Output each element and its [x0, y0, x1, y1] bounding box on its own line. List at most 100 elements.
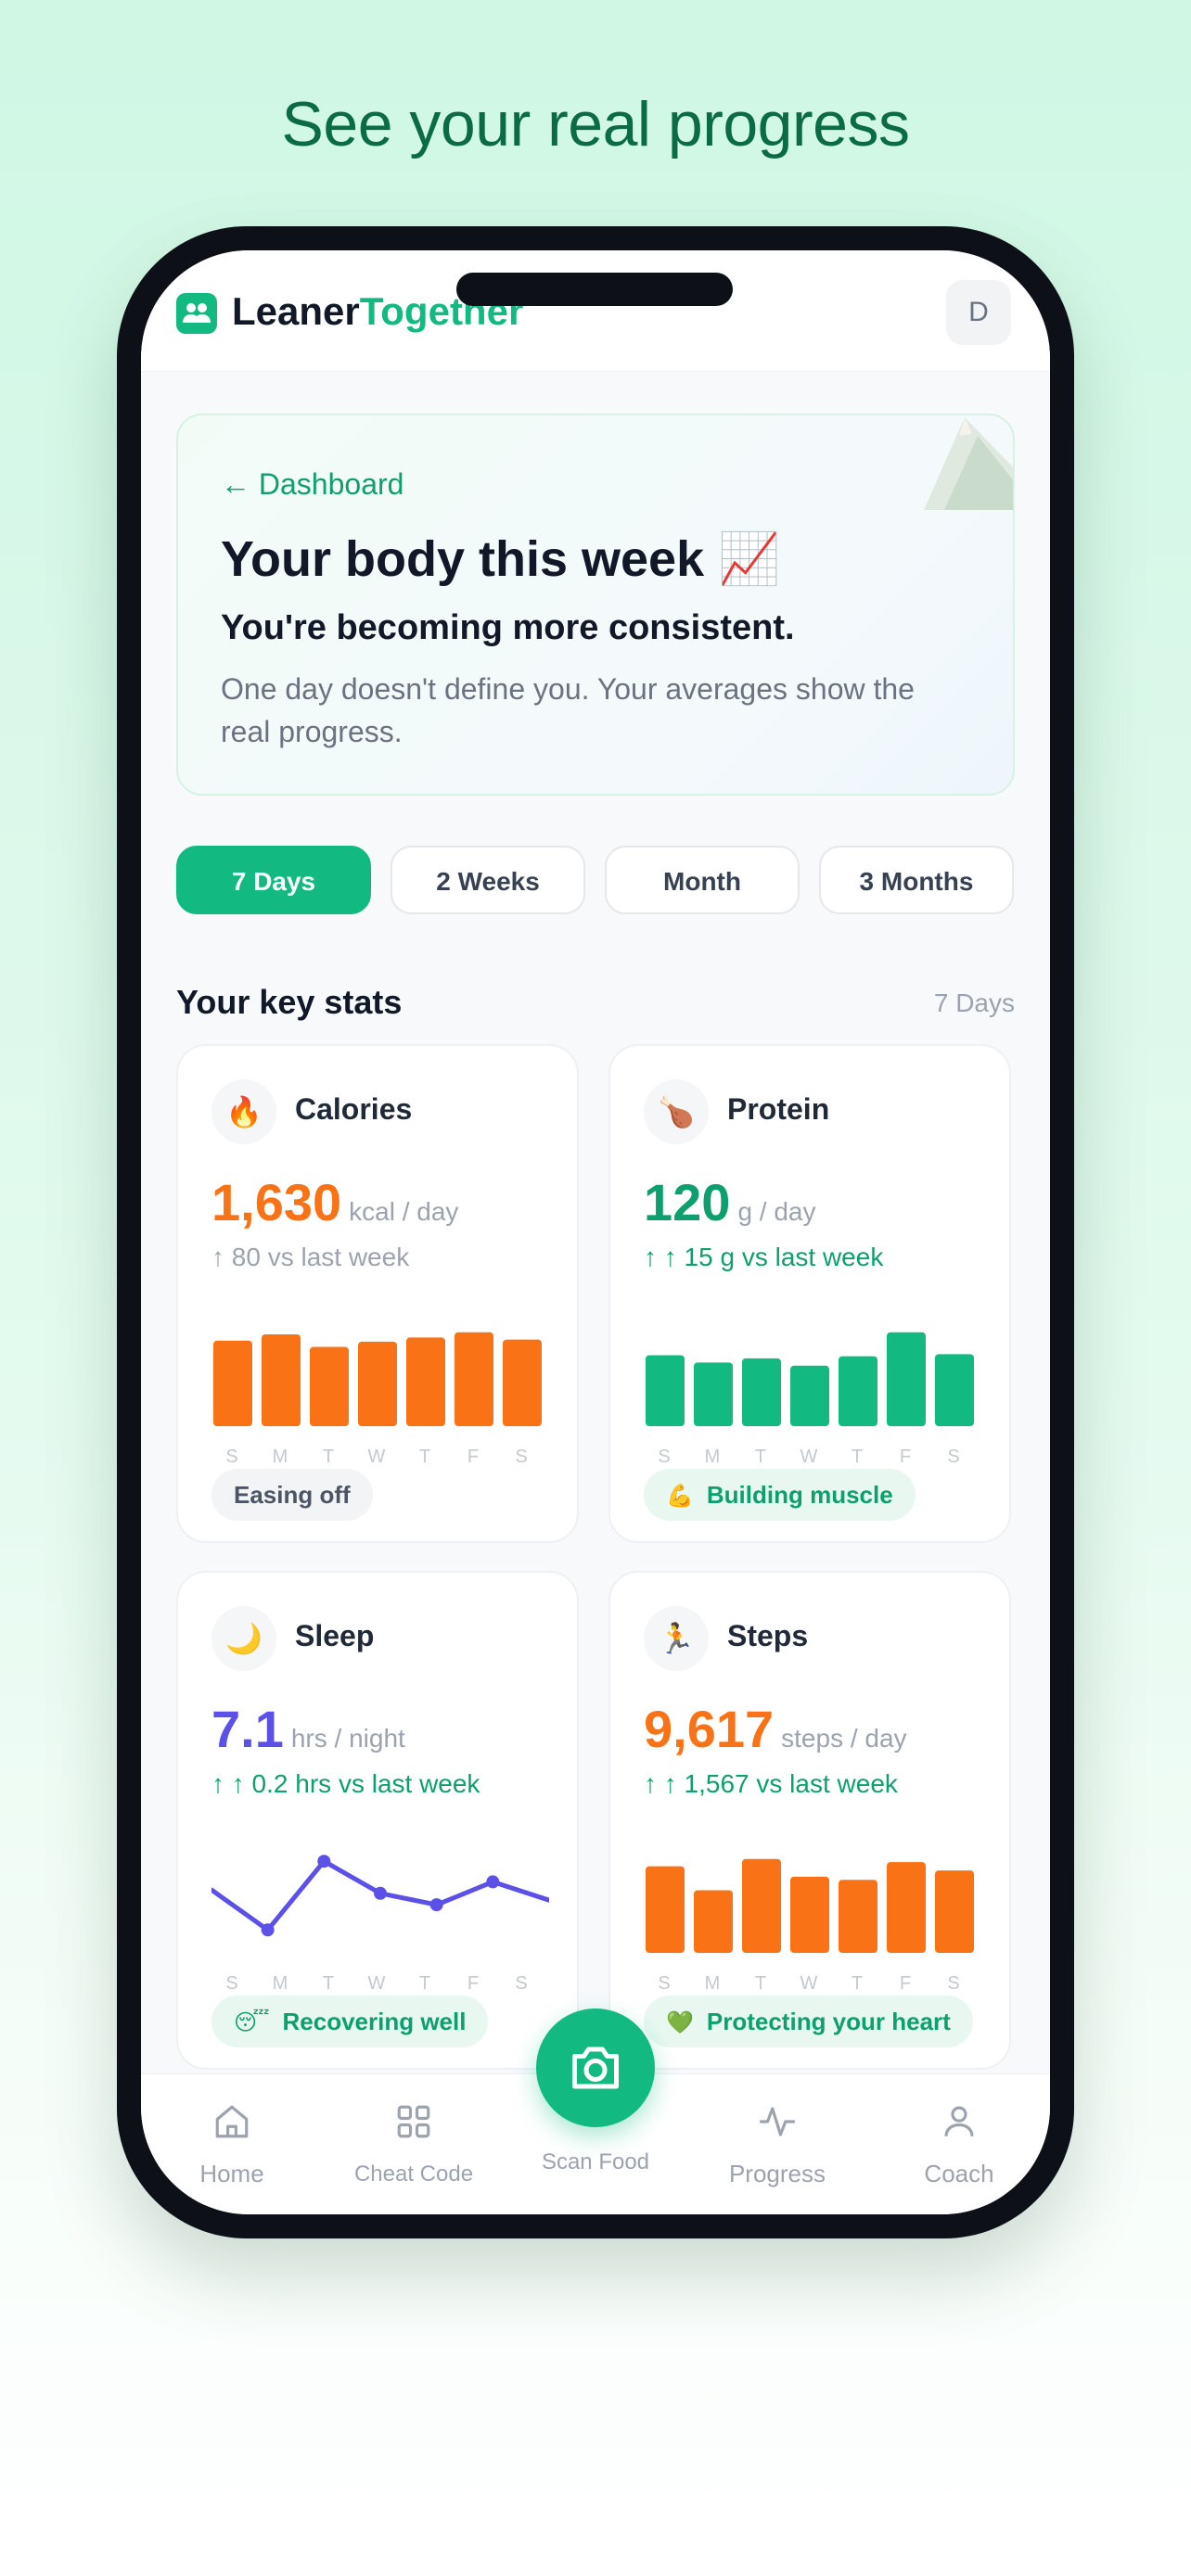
weekday-label: S	[225, 1447, 238, 1467]
stat-number: 120	[644, 1173, 731, 1231]
back-to-dashboard-link[interactable]: ← Dashboard	[221, 467, 403, 502]
stat-delta: ↑ ↑ 0.2 hrs vs last week	[211, 1769, 480, 1798]
chart-point	[374, 1886, 387, 1900]
section-title: Your key stats	[176, 983, 403, 1021]
stat-unit: g / day	[737, 1197, 816, 1226]
calories-chart-svg	[213, 1332, 542, 1426]
weekday-label: S	[225, 1973, 238, 1994]
weekday-label: W	[800, 1973, 818, 1994]
weekday-labels: SMTWTFS	[644, 1447, 981, 1469]
stat-delta: ↑ 80 vs last week	[211, 1243, 410, 1271]
status-text: Recovering well	[282, 2008, 467, 2035]
weekday-label: F	[467, 1973, 480, 1994]
weekday-label: W	[800, 1447, 818, 1467]
tab-2-weeks[interactable]: 2 Weeks	[391, 846, 585, 914]
hero-card: ← Dashboard Your body this week 📈 You're…	[176, 414, 1015, 796]
section-range: 7 Days	[933, 988, 1015, 1017]
status-emoji-icon: 💚	[666, 2010, 694, 2035]
chart-bar	[790, 1876, 829, 1953]
dynamic-island	[456, 273, 733, 306]
phone-frame: LeanerTogether D ← Dashboard Your body t…	[117, 226, 1074, 2238]
stat-card-steps[interactable]: 🏃 Steps 9,617 steps / day ↑ ↑ 1,567 vs last …	[608, 1571, 1011, 2070]
chart-bar	[742, 1358, 781, 1426]
nav-cheat-code[interactable]: Cheat Code	[323, 2074, 505, 2214]
chart-bar	[935, 1354, 974, 1426]
weekday-label: T	[754, 1447, 767, 1467]
status-emoji-icon: 😴	[234, 2010, 270, 2035]
stat-value: 120 g / day	[644, 1172, 816, 1232]
weekday-label: T	[418, 1447, 431, 1467]
weekday-label: M	[704, 1447, 721, 1467]
weekday-label: T	[851, 1973, 864, 1994]
activity-icon	[759, 2107, 796, 2136]
nav-scan-food-label: Scan Food	[541, 2149, 650, 2174]
protein-chart-svg	[646, 1332, 974, 1426]
status-text: Building muscle	[706, 1481, 893, 1509]
weekday-label: T	[754, 1973, 767, 1994]
nav-progress-label: Progress	[728, 2160, 826, 2187]
weekday-labels: SMTWTFS	[644, 1973, 981, 1996]
status-badge: 😴 Recovering well	[211, 1996, 489, 2047]
nav-coach-label: Coach	[924, 2160, 994, 2187]
tab-7-days[interactable]: 7 Days	[176, 846, 371, 914]
stat-card-calories[interactable]: 🔥 Calories 1,630 kcal / day ↑ 80 vs last wee…	[176, 1044, 579, 1543]
camera-icon	[572, 2047, 619, 2089]
chart-bar	[646, 1866, 685, 1953]
brand-primary: Leaner	[232, 289, 360, 333]
weekday-label: S	[947, 1447, 960, 1467]
steps-icon: 🏃	[644, 1606, 709, 1671]
nav-cheat-code-label: Cheat Code	[353, 2162, 474, 2187]
chart-bar	[790, 1365, 829, 1426]
tab-3-months[interactable]: 3 Months	[819, 846, 1014, 914]
steps-chart	[644, 1823, 981, 1962]
weekday-label: F	[899, 1447, 912, 1467]
sleep-chart	[211, 1823, 549, 1962]
sleep-chart-svg	[211, 1855, 549, 1937]
calories-chart	[211, 1296, 549, 1435]
weekday-label: M	[272, 1447, 288, 1467]
weekday-label: W	[367, 1973, 386, 1994]
status-emoji-icon: 💪	[666, 1484, 694, 1509]
app-logo-icon[interactable]	[176, 293, 217, 334]
tab-month[interactable]: Month	[605, 846, 800, 914]
weekday-label: S	[515, 1447, 528, 1467]
chart-bar	[694, 1890, 733, 1953]
chart-point	[317, 1855, 331, 1868]
chart-point	[429, 1898, 443, 1912]
chart-bar	[503, 1339, 542, 1426]
status-text: Protecting your heart	[706, 2008, 951, 2035]
nav-coach[interactable]: Coach	[868, 2074, 1050, 2214]
app-screen: LeanerTogether D ← Dashboard Your body t…	[141, 250, 1050, 2214]
stat-number: 9,617	[644, 1700, 775, 1758]
chart-point	[486, 1875, 500, 1889]
hero-description: One day doesn't define you. Your average…	[221, 672, 915, 748]
calories-icon: 🔥	[211, 1079, 276, 1144]
card-title: Calories	[295, 1092, 413, 1126]
page-title: Your body this week 📈	[221, 531, 781, 587]
stat-card-protein[interactable]: 🍗 Protein 120 g / day ↑ ↑ 15 g vs last week S…	[608, 1044, 1011, 1543]
weekday-label: S	[658, 1973, 671, 1994]
scan-food-button[interactable]	[536, 2009, 655, 2127]
marketing-headline: See your real progress	[281, 89, 910, 159]
chart-bar	[310, 1346, 349, 1426]
card-title: Sleep	[295, 1619, 375, 1652]
stat-value: 1,630 kcal / day	[211, 1172, 458, 1232]
stat-value: 7.1 hrs / night	[211, 1699, 405, 1759]
chart-point	[261, 1923, 275, 1937]
stat-unit: steps / day	[781, 1724, 907, 1753]
protein-icon: 🍗	[644, 1079, 709, 1144]
nav-progress[interactable]: Progress	[686, 2074, 868, 2214]
stat-unit: hrs / night	[290, 1724, 405, 1753]
home-icon	[215, 2105, 249, 2138]
stat-number: 1,630	[211, 1173, 342, 1231]
avatar[interactable]: D	[946, 280, 1011, 345]
stat-delta: ↑ ↑ 1,567 vs last week	[644, 1769, 898, 1798]
chart-bar	[213, 1340, 252, 1426]
nav-home[interactable]: Home	[141, 2074, 323, 2214]
steps-chart-svg	[646, 1858, 974, 1953]
weekday-label: M	[704, 1973, 721, 1994]
user-icon	[944, 2106, 974, 2136]
weekday-label: S	[947, 1973, 960, 1994]
stat-card-sleep[interactable]: 🌙 Sleep 7.1 hrs / night ↑ ↑ 0.2 hrs vs last …	[176, 1571, 579, 2070]
weekday-label: T	[322, 1973, 335, 1994]
